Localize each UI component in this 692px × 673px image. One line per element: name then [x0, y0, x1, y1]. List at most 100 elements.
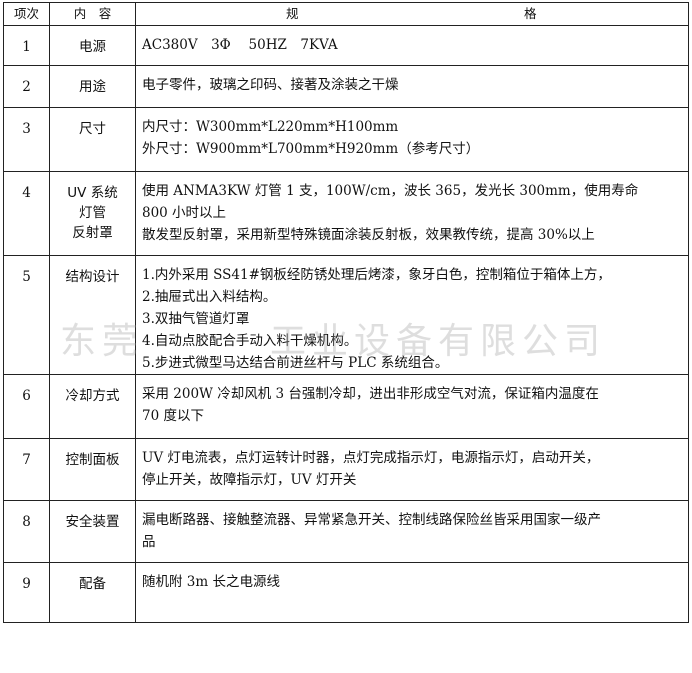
- table-row: 6 冷却方式 采用 200W 冷却风机 3 台强制冷却，进出非形成空气对流，保证箱内…: [3, 374, 689, 439]
- row-item-cell: 安全装置: [49, 500, 136, 563]
- header-index: 项次: [3, 2, 50, 26]
- spec-line: 70 度以下: [142, 408, 204, 424]
- spec-line: 5.步进式微型马达结合前进丝杆与 PLC 系统组合。: [142, 355, 449, 371]
- row-item-line: 反射罩: [72, 225, 113, 241]
- spec-line: 2.抽屉式出入料结构。: [142, 289, 277, 305]
- row-item-cell: 用途: [49, 65, 136, 108]
- spec-line: AC380V 3Φ 50HZ 7KVA: [142, 37, 338, 53]
- row-spec-cell: AC380V 3Φ 50HZ 7KVA: [135, 25, 689, 66]
- header-spec-right: 格: [524, 6, 537, 21]
- table-row: 9 配备 随机附 3m 长之电源线: [3, 562, 689, 623]
- row-index: 2: [22, 79, 31, 95]
- row-item: 结构设计: [50, 256, 135, 288]
- spec-line: 4.自动点胶配合手动入料干燥机构。: [142, 333, 358, 349]
- spec-line: 随机附 3m 长之电源线: [142, 574, 280, 590]
- row-index-cell: 6: [3, 374, 50, 439]
- row-spec: 电子零件，玻璃之印码、接著及涂装之干燥: [142, 66, 684, 96]
- row-item-line: 尺寸: [79, 121, 106, 137]
- spec-sheet: 项次 内 容 规 格 1 电源 AC380V 3Φ 50HZ 7KVA 2 用途 电子零件…: [3, 2, 689, 623]
- row-spec-cell: 采用 200W 冷却风机 3 台强制冷却，进出非形成空气对流，保证箱内温度在 70…: [135, 374, 689, 439]
- row-index-cell: 2: [3, 65, 50, 108]
- row-spec: 使用 ANMA3KW 灯管 1 支，100W/cm，波长 365，发光长 300…: [142, 172, 684, 246]
- row-spec-cell: 电子零件，玻璃之印码、接著及涂装之干燥: [135, 65, 689, 108]
- row-index: 1: [22, 39, 31, 55]
- row-item-cell: 冷却方式: [49, 374, 136, 439]
- row-item-line: 结构设计: [65, 269, 120, 285]
- row-item: 安全装置: [50, 501, 135, 533]
- row-item-line: 配备: [79, 576, 106, 592]
- row-spec: 随机附 3m 长之电源线: [142, 563, 684, 593]
- row-index: 4: [22, 185, 31, 201]
- spec-line: 品: [142, 534, 156, 550]
- row-item: 控制面板: [50, 439, 135, 471]
- row-spec-cell: 漏电断路器、接触整流器、异常紧急开关、控制线路保险丝皆采用国家一级产品: [135, 500, 689, 563]
- spec-line: 800 小时以上: [142, 205, 227, 221]
- row-index: 9: [22, 576, 31, 592]
- row-spec-cell: 内尺寸：W300mm*L220mm*H100mm 外尺寸：W900mm*L700m…: [135, 107, 689, 172]
- spec-line: UV 灯电流表，点灯运转计时器，点灯完成指示灯，电源指示灯，启动开关，: [142, 450, 600, 466]
- row-index: 6: [22, 388, 31, 404]
- row-spec: AC380V 3Φ 50HZ 7KVA: [142, 26, 684, 56]
- table-row: 3 尺寸 内尺寸：W300mm*L220mm*H100mm 外尺寸：W900mm*L7…: [3, 107, 689, 172]
- table-row: 1 电源 AC380V 3Φ 50HZ 7KVA: [3, 25, 689, 66]
- spec-table: 项次 内 容 规 格 1 电源 AC380V 3Φ 50HZ 7KVA 2 用途 电子零件…: [3, 2, 689, 623]
- row-item: 配备: [50, 563, 135, 595]
- spec-line: 1.内外采用 SS41#钢板经防锈处理后烤漆，象牙白色，控制箱位于箱体上方，: [142, 267, 611, 283]
- spec-line: 电子零件，玻璃之印码、接著及涂装之干燥: [142, 77, 399, 93]
- row-index-cell: 3: [3, 107, 50, 172]
- spec-line: 停止开关，故障指示灯，UV 灯开关: [142, 472, 357, 488]
- row-index: 3: [22, 121, 31, 137]
- row-spec-cell: 使用 ANMA3KW 灯管 1 支，100W/cm，波长 365，发光长 300…: [135, 171, 689, 256]
- row-spec-cell: 1.内外采用 SS41#钢板经防锈处理后烤漆，象牙白色，控制箱位于箱体上方， 2.…: [135, 255, 689, 375]
- row-item-cell: 控制面板: [49, 438, 136, 501]
- row-item: UV 系统灯管反射罩: [50, 172, 135, 243]
- row-item-cell: 结构设计: [49, 255, 136, 375]
- row-index-cell: 4: [3, 171, 50, 256]
- row-index: 5: [22, 269, 31, 285]
- row-item: 电源: [50, 26, 135, 58]
- spec-line: 散发型反射罩，采用新型特殊镜面涂装反射板，效果教传统，提高 30%以上: [142, 227, 595, 243]
- spec-line: 采用 200W 冷却风机 3 台强制冷却，进出非形成空气对流，保证箱内温度在: [142, 386, 599, 402]
- spec-line: 内尺寸：W300mm*L220mm*H100mm: [142, 119, 399, 135]
- row-spec-cell: 随机附 3m 长之电源线: [135, 562, 689, 623]
- table-row: 4 UV 系统 灯管 反射罩 使用 ANMA3KW 灯管 1 支，100W/cm，波长 …: [3, 171, 689, 256]
- row-item-cell: UV 系统灯管反射罩: [49, 171, 136, 256]
- row-item-line: 用途: [79, 79, 106, 95]
- row-spec: 漏电断路器、接触整流器、异常紧急开关、控制线路保险丝皆采用国家一级产品: [142, 501, 684, 553]
- row-index-cell: 7: [3, 438, 50, 501]
- table-row: 7 控制面板 UV 灯电流表，点灯运转计时器，点灯完成指示灯，电源指示灯，启动开关，…: [3, 438, 689, 501]
- row-item-line: 控制面板: [65, 452, 120, 468]
- row-item: 尺寸: [50, 108, 135, 140]
- row-index-cell: 1: [3, 25, 50, 66]
- row-spec: UV 灯电流表，点灯运转计时器，点灯完成指示灯，电源指示灯，启动开关， 停止开关，…: [142, 439, 684, 491]
- row-item-line: 电源: [79, 39, 106, 55]
- row-index: 8: [22, 514, 31, 530]
- row-item-cell: 配备: [49, 562, 136, 623]
- spec-line: 漏电断路器、接触整流器、异常紧急开关、控制线路保险丝皆采用国家一级产: [142, 512, 601, 528]
- header-item: 内 容: [49, 2, 136, 26]
- spec-line: 使用 ANMA3KW 灯管 1 支，100W/cm，波长 365，发光长 300…: [142, 183, 639, 199]
- row-item-line: UV 系统: [67, 185, 118, 201]
- header-row: 项次 内 容 规 格: [3, 2, 689, 26]
- row-item-line: 灯管: [79, 205, 106, 221]
- table-row: 5 结构设计 1.内外采用 SS41#钢板经防锈处理后烤漆，象牙白色，控制箱位于箱体…: [3, 255, 689, 375]
- header-spec: 规 格: [135, 2, 689, 26]
- row-item-line: 安全装置: [65, 514, 120, 530]
- row-item: 冷却方式: [50, 375, 135, 407]
- row-spec-cell: UV 灯电流表，点灯运转计时器，点灯完成指示灯，电源指示灯，启动开关， 停止开关，…: [135, 438, 689, 501]
- row-item-cell: 尺寸: [49, 107, 136, 172]
- row-index-cell: 8: [3, 500, 50, 563]
- row-item: 用途: [50, 66, 135, 98]
- row-item-cell: 电源: [49, 25, 136, 66]
- header-spec-left: 规: [286, 6, 299, 21]
- spec-line: 外尺寸：W900mm*L700mm*H920mm（参考尺寸）: [142, 141, 480, 157]
- row-item-line: 冷却方式: [65, 388, 120, 404]
- row-index-cell: 5: [3, 255, 50, 375]
- row-spec: 采用 200W 冷却风机 3 台强制冷却，进出非形成空气对流，保证箱内温度在 70…: [142, 375, 684, 427]
- spec-line: 3.双抽气管道灯罩: [142, 311, 250, 327]
- table-row: 8 安全装置 漏电断路器、接触整流器、异常紧急开关、控制线路保险丝皆采用国家一级产品: [3, 500, 689, 563]
- row-spec: 内尺寸：W300mm*L220mm*H100mm 外尺寸：W900mm*L700m…: [142, 108, 684, 160]
- row-spec: 1.内外采用 SS41#钢板经防锈处理后烤漆，象牙白色，控制箱位于箱体上方， 2.…: [142, 256, 684, 374]
- row-index: 7: [22, 452, 31, 468]
- table-row: 2 用途 电子零件，玻璃之印码、接著及涂装之干燥: [3, 65, 689, 108]
